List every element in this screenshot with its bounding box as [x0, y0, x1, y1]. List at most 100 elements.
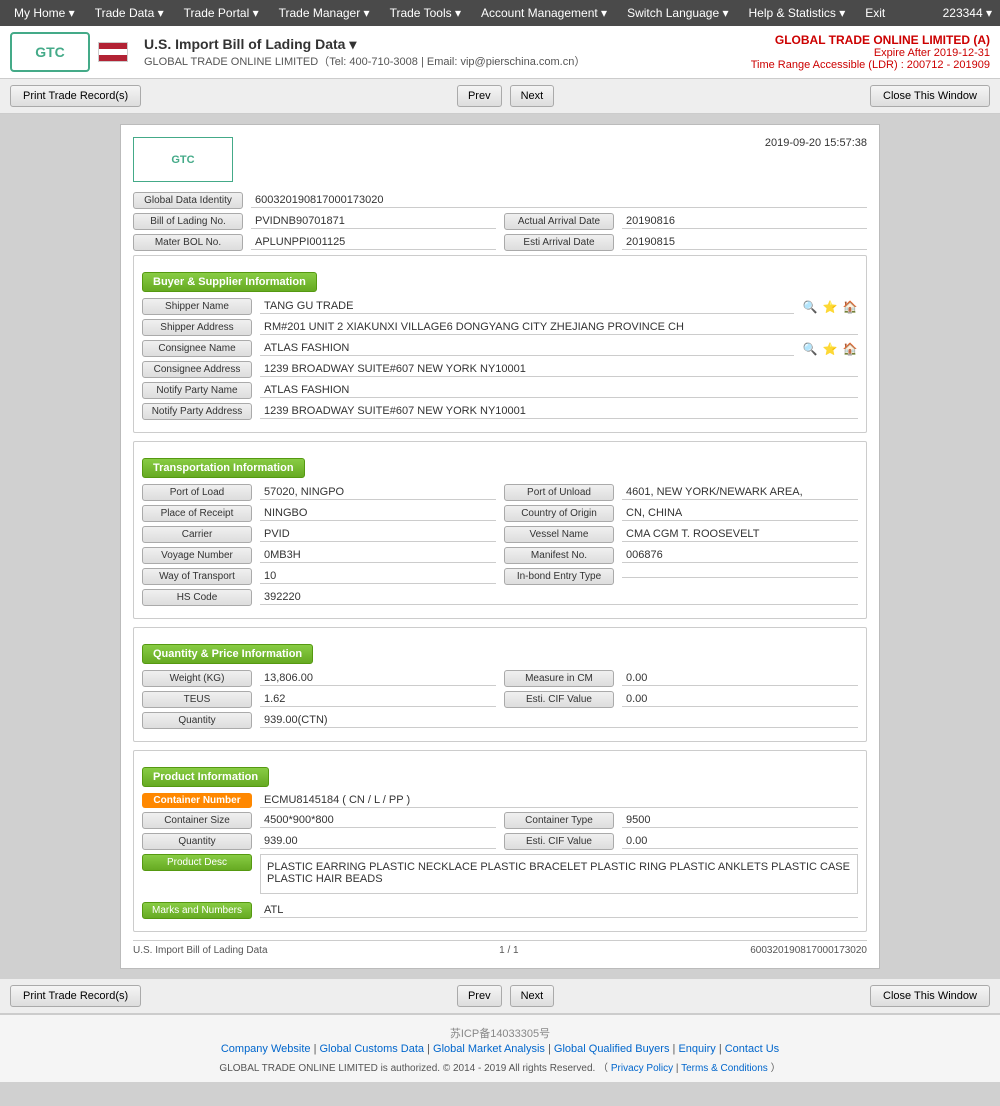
quantity-price-header: Quantity & Price Information: [142, 644, 313, 664]
voyage-number-label: Voyage Number: [142, 547, 252, 564]
privacy-policy-link[interactable]: Privacy Policy: [611, 1063, 673, 1074]
footer-link-qualified-buyers[interactable]: Global Qualified Buyers: [554, 1043, 670, 1055]
nav-trade-manager[interactable]: Trade Manager ▾: [273, 4, 376, 22]
document-panel: GTC 2019-09-20 15:57:38 Global Data Iden…: [120, 124, 880, 969]
weight-kg-value: 13,806.00: [260, 671, 496, 686]
quantity-value: 939.00(CTN): [260, 713, 858, 728]
measure-cm-value: 0.00: [622, 671, 858, 686]
in-bond-label: In-bond Entry Type: [504, 568, 614, 585]
notify-name-value: ATLAS FASHION: [260, 383, 858, 398]
product-desc-row: Product Desc PLASTIC EARRING PLASTIC NEC…: [142, 854, 858, 898]
main-content: GTC 2019-09-20 15:57:38 Global Data Iden…: [0, 114, 1000, 979]
teus-cif-row: TEUS 1.62 Esti. CIF Value 0.00: [142, 691, 858, 708]
footer-link-market-analysis[interactable]: Global Market Analysis: [433, 1043, 545, 1055]
mater-bol-value: APLUNPPI001125: [251, 235, 496, 250]
way-inbond-row: Way of Transport 10 In-bond Entry Type: [142, 568, 858, 585]
marks-numbers-label: Marks and Numbers: [142, 902, 252, 919]
product-quantity-value: 939.00: [260, 834, 496, 849]
nav-trade-tools[interactable]: Trade Tools ▾: [384, 4, 467, 22]
prev-button-bottom[interactable]: Prev: [457, 985, 502, 1007]
terms-conditions-link[interactable]: Terms & Conditions: [681, 1063, 768, 1074]
carrier-value: PVID: [260, 527, 496, 542]
bol-value: PVIDNB90701871: [251, 214, 496, 229]
print-button-top[interactable]: Print Trade Record(s): [10, 85, 141, 107]
header-logo-section: GTC: [10, 32, 128, 72]
footer-links: Company Website | Global Customs Data | …: [10, 1043, 990, 1055]
nav-trade-portal[interactable]: Trade Portal ▾: [178, 4, 265, 22]
toolbar-right: Close This Window: [870, 85, 990, 107]
consignee-name-value: ATLAS FASHION: [260, 341, 794, 356]
search-icon-consignee[interactable]: 🔍: [802, 341, 818, 357]
product-cif-label: Esti. CIF Value: [504, 833, 614, 850]
star-icon-consignee[interactable]: ⭐: [822, 341, 838, 357]
header-title-section: U.S. Import Bill of Lading Data ▾ GLOBAL…: [128, 36, 751, 69]
weight-kg-label: Weight (KG): [142, 670, 252, 687]
container-type-label: Container Type: [504, 812, 614, 829]
toolbar-bottom: Print Trade Record(s) Prev Next Close Th…: [0, 979, 1000, 1014]
product-section: Product Information Container Number ECM…: [133, 750, 867, 932]
consignee-address-value: 1239 BROADWAY SUITE#607 NEW YORK NY10001: [260, 362, 858, 377]
close-button-top[interactable]: Close This Window: [870, 85, 990, 107]
flag-icon: [98, 42, 128, 62]
footer-link-company-website[interactable]: Company Website: [221, 1043, 311, 1055]
carrier-label: Carrier: [142, 526, 252, 543]
prev-button-top[interactable]: Prev: [457, 85, 502, 107]
next-button-bottom[interactable]: Next: [510, 985, 555, 1007]
search-icon-shipper[interactable]: 🔍: [802, 299, 818, 315]
footer-end-paren: ）: [771, 1063, 781, 1074]
product-header: Product Information: [142, 767, 269, 787]
quantity-price-section: Quantity & Price Information Weight (KG)…: [133, 627, 867, 742]
port-load-unload-row: Port of Load 57020, NINGPO Port of Unloa…: [142, 484, 858, 501]
home-icon-consignee[interactable]: 🏠: [842, 341, 858, 357]
close-button-bottom[interactable]: Close This Window: [870, 985, 990, 1007]
copyright-text: GLOBAL TRADE ONLINE LIMITED is authorize…: [219, 1063, 608, 1074]
print-button-bottom[interactable]: Print Trade Record(s): [10, 985, 141, 1007]
nav-switch-language[interactable]: Switch Language ▾: [621, 4, 734, 22]
teus-label: TEUS: [142, 691, 252, 708]
weight-measure-row: Weight (KG) 13,806.00 Measure in CM 0.00: [142, 670, 858, 687]
voyage-number-value: 0MB3H: [260, 548, 496, 563]
footer-link-enquiry[interactable]: Enquiry: [678, 1043, 715, 1055]
esti-cif-label: Esti. CIF Value: [504, 691, 614, 708]
nav-trade-data[interactable]: Trade Data ▾: [89, 4, 170, 22]
star-icon-shipper[interactable]: ⭐: [822, 299, 838, 315]
company-name: GLOBAL TRADE ONLINE LIMITED (A): [751, 33, 990, 47]
nav-my-home[interactable]: My Home ▾: [8, 4, 81, 22]
product-cif-value: 0.00: [622, 834, 858, 849]
notify-name-label: Notify Party Name: [142, 382, 252, 399]
home-icon-shipper[interactable]: 🏠: [842, 299, 858, 315]
user-id[interactable]: 223344 ▾: [943, 6, 992, 20]
top-navigation: My Home ▾ Trade Data ▾ Trade Portal ▾ Tr…: [0, 0, 1000, 26]
container-size-value: 4500*900*800: [260, 813, 496, 828]
container-number-value: ECMU8145184 ( CN / L / PP ): [260, 793, 858, 808]
product-desc-label: Product Desc: [142, 854, 252, 871]
logo: GTC: [10, 32, 90, 72]
container-size-type-row: Container Size 4500*900*800 Container Ty…: [142, 812, 858, 829]
port-of-load-label: Port of Load: [142, 484, 252, 501]
footer-link-contact-us[interactable]: Contact Us: [725, 1043, 779, 1055]
next-button-top[interactable]: Next: [510, 85, 555, 107]
transportation-header: Transportation Information: [142, 458, 305, 478]
hs-code-row: HS Code 392220: [142, 589, 858, 606]
esti-arrival-value: 20190815: [622, 235, 867, 250]
nav-exit[interactable]: Exit: [859, 4, 891, 22]
measure-cm-label: Measure in CM: [504, 670, 614, 687]
consignee-address-label: Consignee Address: [142, 361, 252, 378]
account-info: GLOBAL TRADE ONLINE LIMITED (A) Expire A…: [751, 33, 990, 71]
nav-help-statistics[interactable]: Help & Statistics ▾: [743, 4, 852, 22]
nav-account-management[interactable]: Account Management ▾: [475, 4, 613, 22]
way-transport-label: Way of Transport: [142, 568, 252, 585]
place-receipt-value: NINGBO: [260, 506, 496, 521]
teus-value: 1.62: [260, 692, 496, 707]
consignee-address-row: Consignee Address 1239 BROADWAY SUITE#60…: [142, 361, 858, 378]
shipper-name-value: TANG GU TRADE: [260, 299, 794, 314]
document-timestamp: 2019-09-20 15:57:38: [765, 137, 867, 149]
hs-code-value: 392220: [260, 590, 858, 605]
marks-numbers-value: ATL: [260, 903, 858, 918]
shipper-name-row: Shipper Name TANG GU TRADE 🔍 ⭐ 🏠: [142, 298, 858, 315]
footer-link-global-customs[interactable]: Global Customs Data: [320, 1043, 425, 1055]
product-quantity-label: Quantity: [142, 833, 252, 850]
esti-cif-value: 0.00: [622, 692, 858, 707]
place-receipt-label: Place of Receipt: [142, 505, 252, 522]
way-transport-value: 10: [260, 569, 496, 584]
